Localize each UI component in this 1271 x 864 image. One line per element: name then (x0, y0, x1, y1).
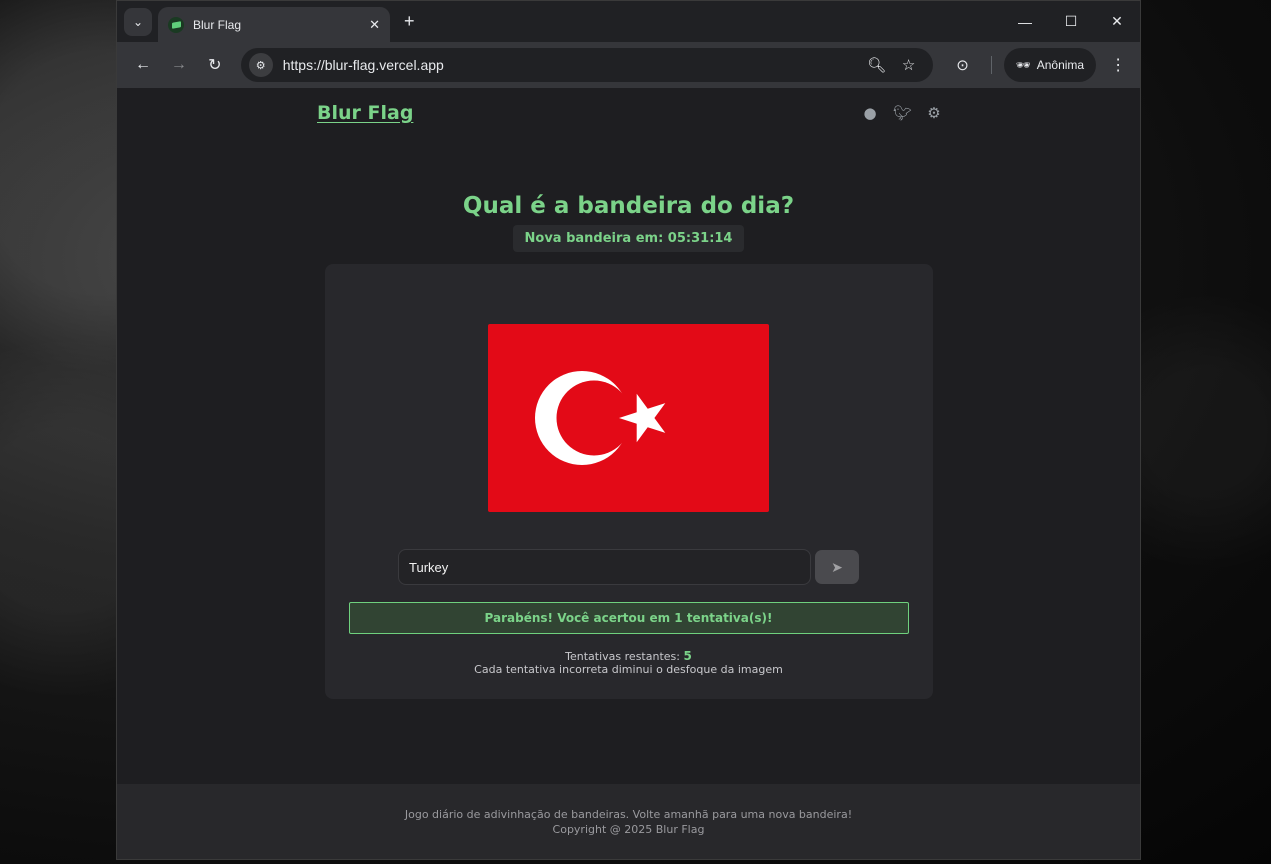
flag-favicon-icon (168, 16, 184, 33)
brand-link[interactable]: Blur Flag (317, 102, 413, 124)
guess-form: ➤ (398, 549, 859, 585)
hint-text: Cada tentativa incorreta diminui o desfo… (474, 663, 783, 676)
game-card: ➤ Parabéns! Você acertou em 1 tentativa(… (324, 264, 933, 699)
browser-toolbar: ← → ↻ ⚙ https://blur-flag.vercel.app 🔍︎ … (117, 42, 1140, 88)
turkey-flag-emblem (535, 371, 666, 465)
lens-icon[interactable]: ⊙ (947, 56, 979, 74)
kebab-menu-icon[interactable]: ⋮ (1106, 55, 1130, 75)
tab-search-button[interactable]: ⌄ (124, 7, 152, 36)
site-header: Blur Flag ● 🐦︎ ⚙ (117, 88, 1140, 138)
browser-window: ⌄ Blur Flag ✕ + — ☐ ✕ ← → ↻ ⚙ https://bl… (116, 0, 1141, 860)
chevron-down-icon: ⌄ (132, 14, 144, 29)
footer-description: Jogo diário de adivinhação de bandeiras.… (404, 807, 853, 821)
page-title: Qual é a bandeira do dia? (462, 193, 795, 219)
github-icon[interactable]: ● (861, 104, 879, 122)
main-area: Qual é a bandeira do dia? Nova bandeira … (117, 138, 1140, 784)
plus-icon[interactable]: + (404, 11, 415, 32)
twitter-icon[interactable]: 🐦︎ (893, 104, 912, 122)
site-footer: Jogo diário de adivinhação de bandeiras.… (117, 784, 1140, 859)
send-icon: ➤ (831, 558, 843, 575)
countdown-badge: Nova bandeira em: 05:31:14 (512, 225, 745, 252)
footer-copyright: Copyright @ 2025 Blur Flag (552, 822, 705, 836)
reload-icon[interactable]: ↻ (199, 49, 231, 81)
incognito-label: Anônima (1036, 58, 1085, 72)
close-icon[interactable]: ✕ (369, 17, 380, 33)
zoom-icon[interactable]: 🔍︎ (861, 56, 893, 74)
guess-input[interactable] (398, 549, 811, 585)
attempts-label: Tentativas restantes: (565, 650, 680, 663)
toolbar-divider (990, 56, 992, 74)
browser-tab[interactable]: Blur Flag ✕ (158, 7, 390, 42)
tab-bar: ⌄ Blur Flag ✕ + — ☐ ✕ (117, 1, 1140, 42)
attempts-count: 5 (683, 649, 692, 663)
gear-icon[interactable]: ⚙ (925, 104, 943, 122)
success-message: Parabéns! Você acertou em 1 tentativa(s)… (348, 602, 909, 634)
tab-title: Blur Flag (193, 17, 242, 32)
url-text[interactable]: https://blur-flag.vercel.app (283, 57, 861, 73)
flag-image (488, 324, 769, 512)
site-info-icon[interactable]: ⚙ (248, 53, 273, 77)
forward-icon[interactable]: → (163, 49, 195, 81)
header-icons: ● 🐦︎ ⚙ (861, 104, 943, 122)
close-window-icon[interactable]: ✕ (1094, 1, 1140, 42)
attempts-info: Tentativas restantes: 5 Cada tentativa i… (474, 649, 783, 677)
bookmark-star-icon[interactable]: ☆ (893, 56, 925, 74)
submit-guess-button[interactable]: ➤ (815, 550, 859, 584)
back-icon[interactable]: ← (127, 49, 159, 81)
incognito-icon: 🕶︎ (1015, 58, 1031, 72)
window-controls: — ☐ ✕ (1002, 1, 1140, 42)
page-content: Blur Flag ● 🐦︎ ⚙ Qual é a bandeira do di… (117, 88, 1140, 859)
address-bar[interactable]: ⚙ https://blur-flag.vercel.app 🔍︎ ☆ (240, 48, 933, 82)
maximize-icon[interactable]: ☐ (1048, 1, 1094, 42)
minimize-icon[interactable]: — (1002, 1, 1048, 42)
incognito-indicator[interactable]: 🕶︎ Anônima (1003, 48, 1097, 82)
